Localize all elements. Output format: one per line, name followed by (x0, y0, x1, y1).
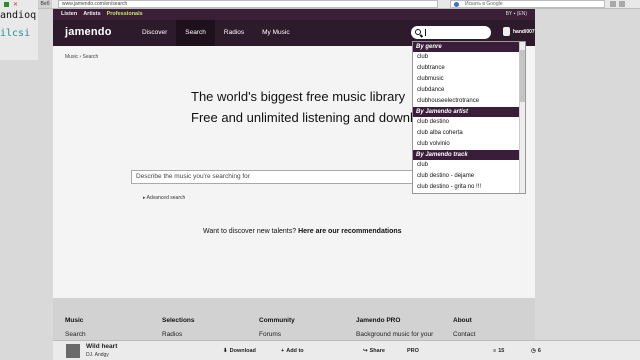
suggestion-item[interactable]: clubdance (413, 85, 525, 96)
suggestion-item[interactable]: club destino - dejame (413, 171, 525, 182)
suggestion-item[interactable]: clubmusic (413, 74, 525, 85)
footer-col-music: Music Search (65, 317, 86, 338)
suggestion-item[interactable]: clubtrance (413, 63, 525, 74)
footer-col-pro: Jamendo PRO Background music for your (356, 317, 433, 338)
search-suggestions-dropdown: By genre club clubtrance clubmusic clubd… (412, 41, 526, 194)
footer-heading: Jamendo PRO (356, 317, 401, 324)
tools-icon[interactable] (619, 1, 625, 7)
add-to-button[interactable]: + Add to (281, 348, 304, 354)
footer-col-selections: Selections Radios (162, 317, 195, 338)
queue-count[interactable]: ≡ 15 (493, 348, 504, 354)
advanced-search-link[interactable]: ▸ Advanced search (143, 195, 185, 201)
history-count-value: 6 (537, 348, 541, 354)
side-text-1: andioq (0, 10, 37, 21)
list-icon: ≡ (493, 348, 497, 354)
top-links: Listen Artists Professionals (61, 11, 143, 17)
share-icon: ↪ (363, 348, 368, 354)
suggestion-item[interactable]: club alba coherta (413, 128, 525, 139)
toplink-listen[interactable]: Listen (61, 11, 77, 17)
footer-link[interactable]: Radios (162, 331, 195, 338)
menu-icon[interactable] (610, 1, 616, 7)
dropdown-scrollbar[interactable] (519, 42, 525, 193)
footer-col-about: About Contact (453, 317, 475, 338)
nav-discover[interactable]: Discover (133, 20, 176, 46)
browser-search-field[interactable]: Искать в Google (450, 0, 605, 8)
browser-icons (610, 1, 625, 7)
footer-link[interactable]: Contact (453, 331, 475, 338)
nav-radios[interactable]: Radios (215, 20, 253, 46)
search-icon[interactable] (415, 29, 421, 35)
download-label: Download (229, 348, 256, 354)
footer-heading: Community (259, 317, 295, 324)
avatar[interactable] (503, 27, 510, 36)
main-nav: Discover Search Radios My Music (133, 20, 299, 46)
checkbox-icon[interactable] (4, 2, 9, 7)
footer-link[interactable]: Background music for your (356, 331, 433, 338)
browser-search-placeholder: Искать в Google (465, 1, 503, 7)
suggestion-item[interactable]: club volvinio (413, 139, 525, 150)
suggest-section-track: By Jamendo track (413, 150, 525, 160)
pro-button[interactable]: PRO (407, 348, 419, 354)
add-to-label: Add to (286, 348, 304, 354)
username[interactable]: handi007 (513, 29, 535, 35)
share-label: Share (369, 348, 385, 354)
web-chip[interactable]: Веб (38, 0, 52, 8)
track-artist[interactable]: DJ. Andgy (86, 352, 109, 358)
user-menu[interactable]: handi007 ▼ (503, 27, 543, 36)
site-search-input[interactable] (411, 26, 491, 39)
track-title[interactable]: Wild heart (86, 343, 117, 350)
suggestion-item[interactable]: club destino (413, 117, 525, 128)
recommendations-text: Want to discover new talents? Here are o… (203, 228, 402, 235)
player-bar: Wild heart DJ. Andgy ⬇ Download + Add to ↪… (53, 340, 640, 360)
footer-heading: Selections (162, 317, 195, 324)
recommendations-link[interactable]: Here are our recommendations (298, 228, 401, 235)
browser-toolbar: Веб www.jamendo.com/en/search Искать в G… (0, 0, 640, 9)
footer-heading: Music (65, 317, 84, 324)
share-button[interactable]: ↪ Share (363, 348, 385, 354)
suggest-section-artist: By Jamendo artist (413, 107, 525, 117)
footer-heading: About (453, 317, 472, 324)
jamendo-logo[interactable]: jamendo (65, 26, 112, 38)
suggestion-item[interactable]: club destino - grita no !!! (413, 182, 525, 193)
chevron-down-icon[interactable]: ▼ (538, 29, 543, 35)
toplink-professionals[interactable]: Professionals (107, 11, 143, 17)
footer-col-community: Community Forums (259, 317, 295, 338)
address-bar[interactable]: www.jamendo.com/en/search (58, 0, 438, 8)
history-count[interactable]: ◷ 6 (531, 348, 541, 354)
text-caret (425, 29, 426, 36)
site-footer: Music Search Selections Radios Community… (53, 298, 535, 340)
suggestion-item[interactable]: club (413, 52, 525, 63)
scrollbar-thumb[interactable] (520, 50, 525, 102)
clock-icon: ◷ (531, 348, 536, 354)
queue-count-value: 15 (498, 348, 505, 354)
suggestion-item[interactable]: clubhouseelectrotrance (413, 96, 525, 107)
advanced-search-label[interactable]: Advanced search (147, 195, 186, 201)
reco-question: Want to discover new talents? (203, 228, 297, 235)
breadcrumb: Music › Search (65, 54, 99, 60)
nav-my-music[interactable]: My Music (253, 20, 298, 46)
plus-icon: + (281, 348, 285, 354)
album-cover[interactable] (66, 344, 80, 358)
download-button[interactable]: ⬇ Download (223, 348, 256, 354)
language-selector[interactable]: BY ▪ (EN) (506, 11, 527, 17)
close-icon[interactable]: ✕ (13, 1, 18, 8)
toplink-artists[interactable]: Artists (83, 11, 100, 17)
top-links-bar: Listen Artists Professionals BY ▪ (EN) (53, 9, 535, 20)
side-text-2: ilcsi (0, 28, 31, 39)
download-icon: ⬇ (223, 348, 228, 354)
side-window: ✕ andioq ilcsi (0, 0, 38, 60)
google-icon (454, 2, 459, 7)
footer-link[interactable]: Search (65, 331, 86, 338)
nav-search[interactable]: Search (176, 20, 215, 46)
suggestion-item[interactable]: club (413, 160, 525, 171)
suggest-section-genre: By genre (413, 42, 525, 52)
footer-link[interactable]: Forums (259, 331, 295, 338)
